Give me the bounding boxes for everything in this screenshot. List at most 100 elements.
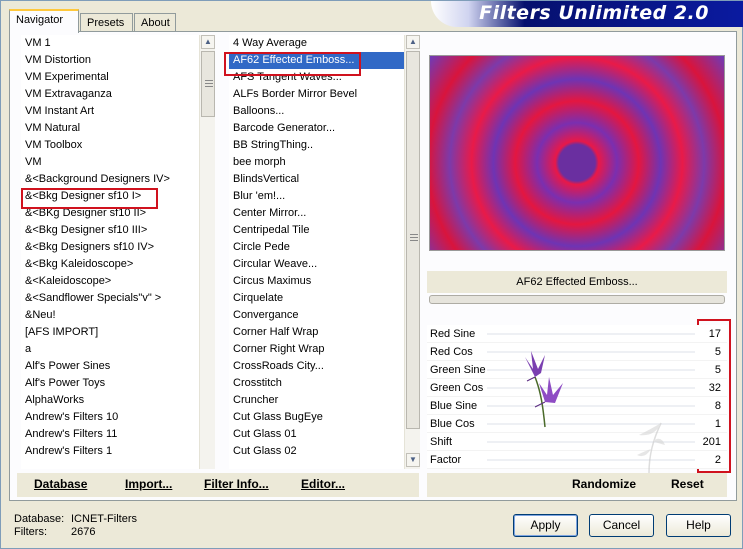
- filter-item[interactable]: Cirquelate: [229, 290, 419, 307]
- header-banner: Filters Unlimited 2.0: [431, 1, 743, 27]
- filter-item[interactable]: Cut Glass 02: [229, 443, 419, 460]
- cancel-button[interactable]: Cancel: [589, 514, 654, 537]
- editor-button[interactable]: Editor...: [301, 477, 345, 491]
- category-item[interactable]: VM Experimental: [21, 69, 213, 86]
- flower-decoration-icon: [525, 351, 563, 428]
- filter-item[interactable]: Cut Glass 01: [229, 426, 419, 443]
- filter-item[interactable]: Balloons...: [229, 103, 419, 120]
- filter-item[interactable]: ALFs Border Mirror Bevel: [229, 86, 419, 103]
- category-item[interactable]: Andrew's Filters 1: [21, 443, 213, 460]
- filter-item[interactable]: Centripedal Tile: [229, 222, 419, 239]
- selected-filter-name: AF62 Effected Emboss...: [427, 271, 727, 293]
- filter-item[interactable]: Cruncher: [229, 392, 419, 409]
- category-item[interactable]: &<Sandflower Specials"v" >: [21, 290, 213, 307]
- filter-item[interactable]: Circus Maximus: [229, 273, 419, 290]
- filter-item[interactable]: Corner Right Wrap: [229, 341, 419, 358]
- tab-about[interactable]: About: [134, 13, 176, 33]
- database-value: ICNET-Filters: [71, 513, 137, 525]
- preview-image: [429, 55, 725, 251]
- category-item[interactable]: &<Bkg Kaleidoscope>: [21, 256, 213, 273]
- category-item[interactable]: &<Background Designers IV>: [21, 171, 213, 188]
- parameter-label: Green Sine: [430, 364, 486, 376]
- filter-item[interactable]: Cut Glass BugEye: [229, 409, 419, 426]
- category-item[interactable]: VM Instant Art: [21, 103, 213, 120]
- parameter-value[interactable]: 32: [709, 379, 721, 397]
- category-item[interactable]: Alf's Power Sines: [21, 358, 213, 375]
- filter-item[interactable]: Crosstitch: [229, 375, 419, 392]
- category-item[interactable]: VM Extravaganza: [21, 86, 213, 103]
- scroll-thumb[interactable]: [201, 51, 215, 117]
- category-item[interactable]: &<BKg Designer sf10 II>: [21, 205, 213, 222]
- filter-scrollbar[interactable]: ▲ ▼: [404, 35, 420, 469]
- category-item[interactable]: &<Bkg Designer sf10 III>: [21, 222, 213, 239]
- parameter-value[interactable]: 5: [715, 343, 721, 361]
- filter-item[interactable]: Circle Pede: [229, 239, 419, 256]
- parameter-value[interactable]: 201: [703, 433, 721, 451]
- filter-item[interactable]: Center Mirror...: [229, 205, 419, 222]
- parameter-value[interactable]: 17: [709, 325, 721, 343]
- category-item[interactable]: VM Distortion: [21, 52, 213, 69]
- parameter-label: Red Cos: [430, 346, 473, 358]
- filter-item[interactable]: bee morph: [229, 154, 419, 171]
- filter-item[interactable]: AFS Tangent Waves...: [229, 69, 419, 86]
- category-item[interactable]: Andrew's Filters 10: [21, 409, 213, 426]
- category-item[interactable]: VM Toolbox: [21, 137, 213, 154]
- category-scrollbar[interactable]: ▲: [199, 35, 215, 469]
- banner-title: Filters Unlimited 2.0: [479, 2, 709, 24]
- category-item[interactable]: &<Bkg Designer sf10 I>: [21, 188, 213, 205]
- category-item[interactable]: VM: [21, 154, 213, 171]
- parameter-slider[interactable]: [487, 333, 695, 335]
- parameter-value[interactable]: 8: [715, 397, 721, 415]
- filter-item[interactable]: Circular Weave...: [229, 256, 419, 273]
- apply-button[interactable]: Apply: [513, 514, 578, 537]
- category-item[interactable]: &<Kaleidoscope>: [21, 273, 213, 290]
- tab-navigator[interactable]: Navigator: [9, 9, 79, 33]
- parameter-label: Blue Cos: [430, 418, 475, 430]
- database-label: Database:: [14, 513, 65, 525]
- scroll-up-icon[interactable]: ▲: [201, 35, 215, 49]
- reset-button[interactable]: Reset: [671, 477, 704, 491]
- parameter-label: Shift: [430, 436, 453, 448]
- filter-item[interactable]: Barcode Generator...: [229, 120, 419, 137]
- scroll-up-icon[interactable]: ▲: [406, 35, 420, 49]
- parameter-label: Factor: [430, 454, 462, 466]
- filters-count: 2676: [71, 526, 96, 538]
- filter-item[interactable]: AF62 Effected Emboss...: [229, 52, 419, 69]
- parameter-label: Blue Sine: [430, 400, 478, 412]
- category-list[interactable]: VM 1 VM Distortion VM Experimental VM Extra…: [21, 35, 213, 469]
- tab-presets[interactable]: Presets: [80, 13, 133, 33]
- help-button[interactable]: Help: [666, 514, 731, 537]
- category-item[interactable]: AlphaWorks: [21, 392, 213, 409]
- scroll-down-icon[interactable]: ▼: [406, 453, 420, 467]
- parameter-label: Red Sine: [430, 328, 476, 340]
- category-item[interactable]: a: [21, 341, 213, 358]
- category-item[interactable]: [AFS IMPORT]: [21, 324, 213, 341]
- parameter-row[interactable]: Red Sine 17: [427, 325, 727, 343]
- parameter-label: Green Cos: [430, 382, 484, 394]
- filter-item[interactable]: BB StringThing..: [229, 137, 419, 154]
- filter-item[interactable]: Blur 'em!...: [229, 188, 419, 205]
- category-item[interactable]: VM Natural: [21, 120, 213, 137]
- parameter-value[interactable]: 5: [715, 361, 721, 379]
- filter-item[interactable]: CrossRoads City...: [229, 358, 419, 375]
- scroll-thumb[interactable]: [406, 51, 420, 429]
- filter-item[interactable]: Convergance: [229, 307, 419, 324]
- category-item[interactable]: &Neu!: [21, 307, 213, 324]
- category-item[interactable]: Alf's Power Toys: [21, 375, 213, 392]
- filter-item[interactable]: BlindsVertical: [229, 171, 419, 188]
- category-item[interactable]: &<Bkg Designers sf10 IV>: [21, 239, 213, 256]
- randomize-button[interactable]: Randomize: [572, 477, 636, 491]
- filter-item[interactable]: Corner Half Wrap: [229, 324, 419, 341]
- parameter-value[interactable]: 1: [715, 415, 721, 433]
- filters-unlimited-window: Filters Unlimited 2.0 Navigator Presets …: [0, 0, 743, 549]
- parameter-value[interactable]: 2: [715, 451, 721, 469]
- import-button[interactable]: Import...: [125, 477, 172, 491]
- progress-bar: [429, 295, 725, 304]
- filter-info-button[interactable]: Filter Info...: [204, 477, 269, 491]
- database-button[interactable]: Database: [34, 477, 87, 491]
- category-item[interactable]: VM 1: [21, 35, 213, 52]
- category-item[interactable]: Andrew's Filters 11: [21, 426, 213, 443]
- filter-item[interactable]: 4 Way Average: [229, 35, 419, 52]
- filter-list[interactable]: 4 Way Average AF62 Effected Emboss... AFS …: [229, 35, 419, 469]
- watermark-decoration-icon: [637, 422, 665, 474]
